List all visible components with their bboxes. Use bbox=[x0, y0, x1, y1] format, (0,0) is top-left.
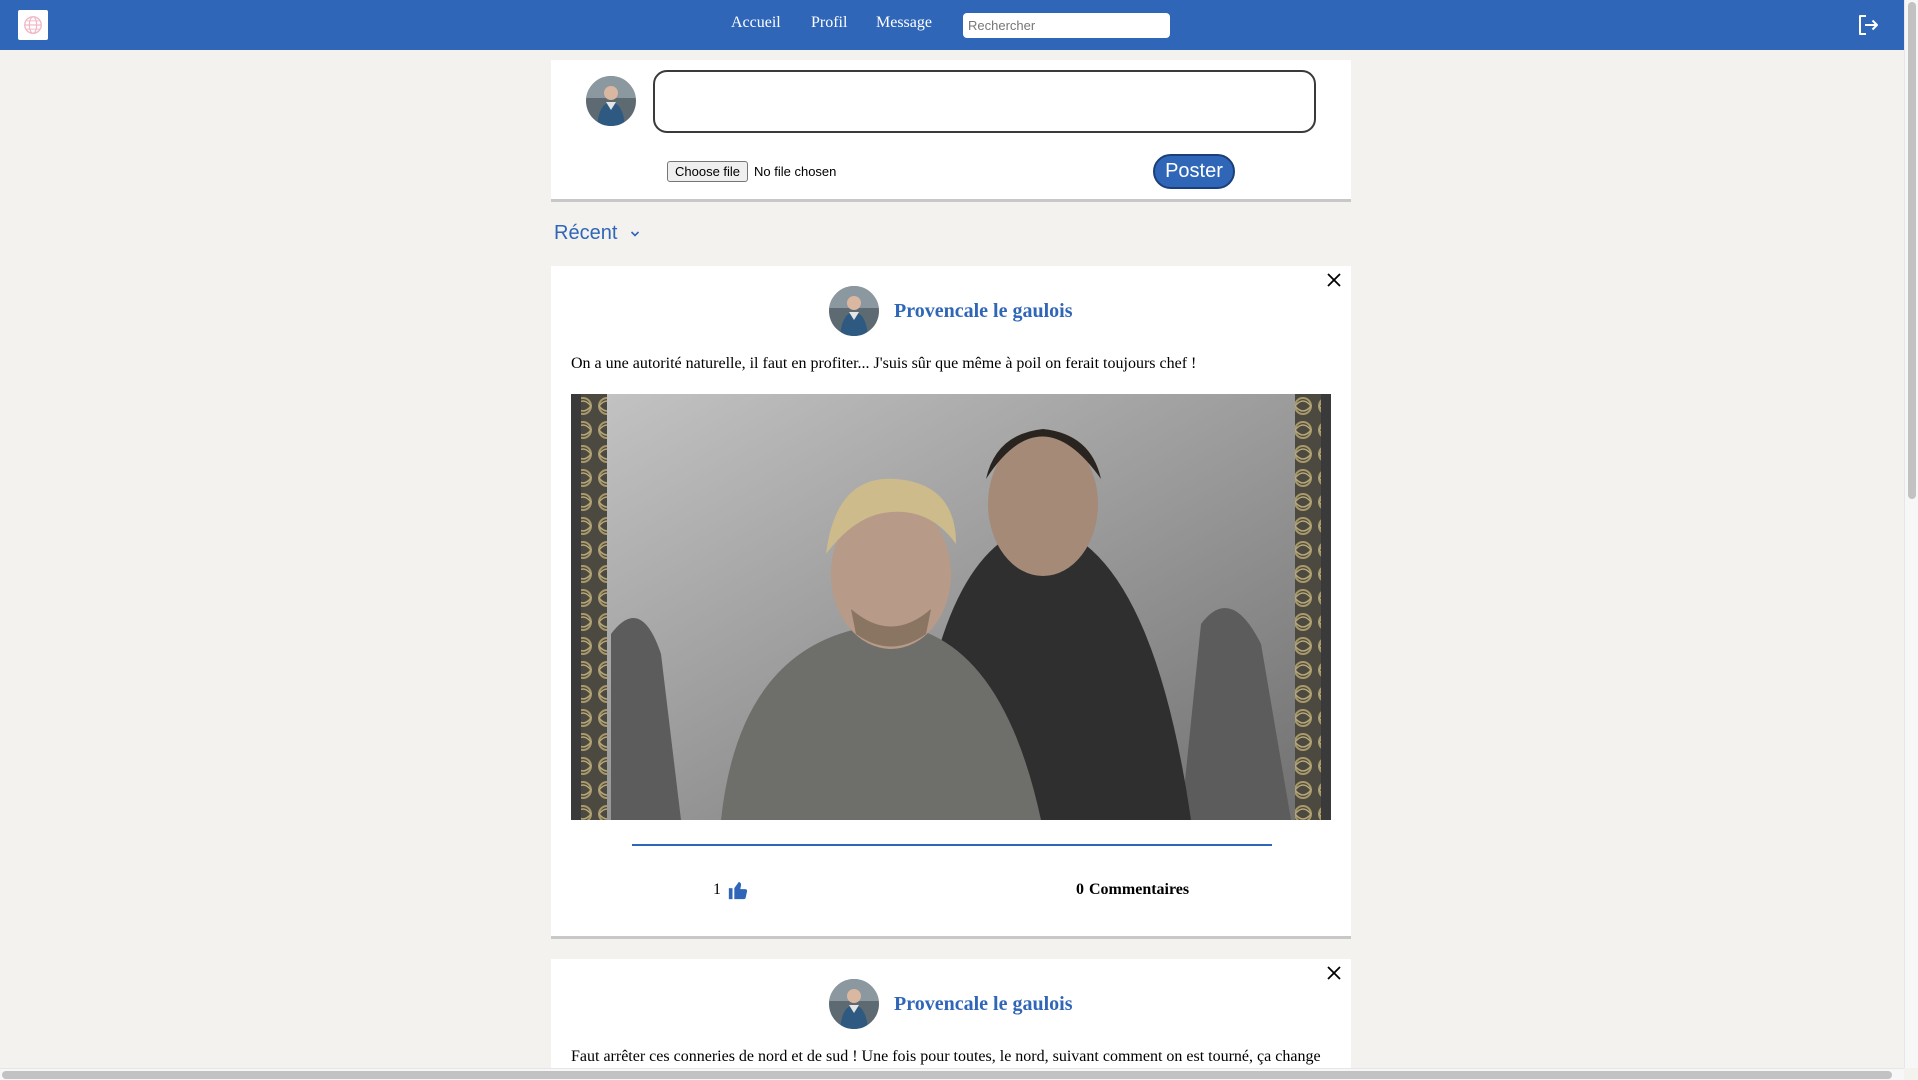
comments-button[interactable]: 0 Commentaires bbox=[1076, 881, 1189, 899]
choose-file-button[interactable]: Choose file bbox=[667, 161, 749, 182]
thumbs-up-icon bbox=[728, 881, 748, 900]
like-count: 1 bbox=[713, 881, 721, 898]
file-status-text: No file chosen bbox=[754, 164, 837, 179]
horizontal-scrollbar[interactable] bbox=[0, 1068, 1904, 1080]
post-text: Faut arrêter ces conneries de nord et de… bbox=[571, 1048, 1321, 1065]
post-textarea[interactable] bbox=[653, 70, 1316, 133]
sort-label: Récent bbox=[554, 222, 618, 244]
logo[interactable] bbox=[18, 10, 48, 40]
nav-link-accueil[interactable]: Accueil bbox=[731, 14, 781, 32]
logout-icon bbox=[1859, 15, 1878, 35]
logout-button[interactable] bbox=[1856, 13, 1880, 37]
post-card: Provencale le gaulois On a une autorité … bbox=[551, 266, 1351, 939]
post-composer: Choose file No file chosen Poster bbox=[551, 60, 1351, 202]
author-avatar-image bbox=[829, 979, 879, 1029]
comments-count: 0 bbox=[1076, 881, 1084, 898]
post-divider bbox=[632, 844, 1272, 846]
chevron-down-icon bbox=[631, 230, 640, 237]
post-author[interactable]: Provencale le gaulois bbox=[894, 300, 1073, 323]
avatar[interactable] bbox=[586, 76, 636, 126]
comments-label: Commentaires bbox=[1089, 881, 1190, 898]
like-button[interactable]: 1 bbox=[713, 879, 749, 901]
avatar[interactable] bbox=[829, 286, 879, 336]
poster-button[interactable]: Poster bbox=[1153, 154, 1235, 189]
close-icon[interactable] bbox=[1325, 964, 1343, 982]
globe-icon bbox=[24, 16, 42, 34]
post-image bbox=[571, 394, 1331, 820]
author-avatar-image bbox=[829, 286, 879, 336]
post-author[interactable]: Provencale le gaulois bbox=[894, 993, 1073, 1016]
vertical-scrollbar-thumb[interactable] bbox=[1908, 2, 1916, 499]
sort-dropdown[interactable]: Récent bbox=[554, 222, 641, 245]
post-card: Provencale le gaulois Faut arrêter ces c… bbox=[551, 959, 1351, 1080]
close-icon[interactable] bbox=[1325, 271, 1343, 289]
vertical-scrollbar[interactable] bbox=[1904, 0, 1918, 1068]
search-input[interactable] bbox=[963, 13, 1170, 38]
post-text: On a une autorité naturelle, il faut en … bbox=[571, 355, 1197, 372]
top-navbar: Accueil Profil Message bbox=[0, 0, 1904, 50]
nav-link-profil[interactable]: Profil bbox=[811, 14, 847, 32]
nav-link-message[interactable]: Message bbox=[876, 14, 932, 32]
horizontal-scrollbar-thumb[interactable] bbox=[2, 1071, 1892, 1079]
user-avatar-image bbox=[586, 76, 636, 126]
avatar[interactable] bbox=[829, 979, 879, 1029]
